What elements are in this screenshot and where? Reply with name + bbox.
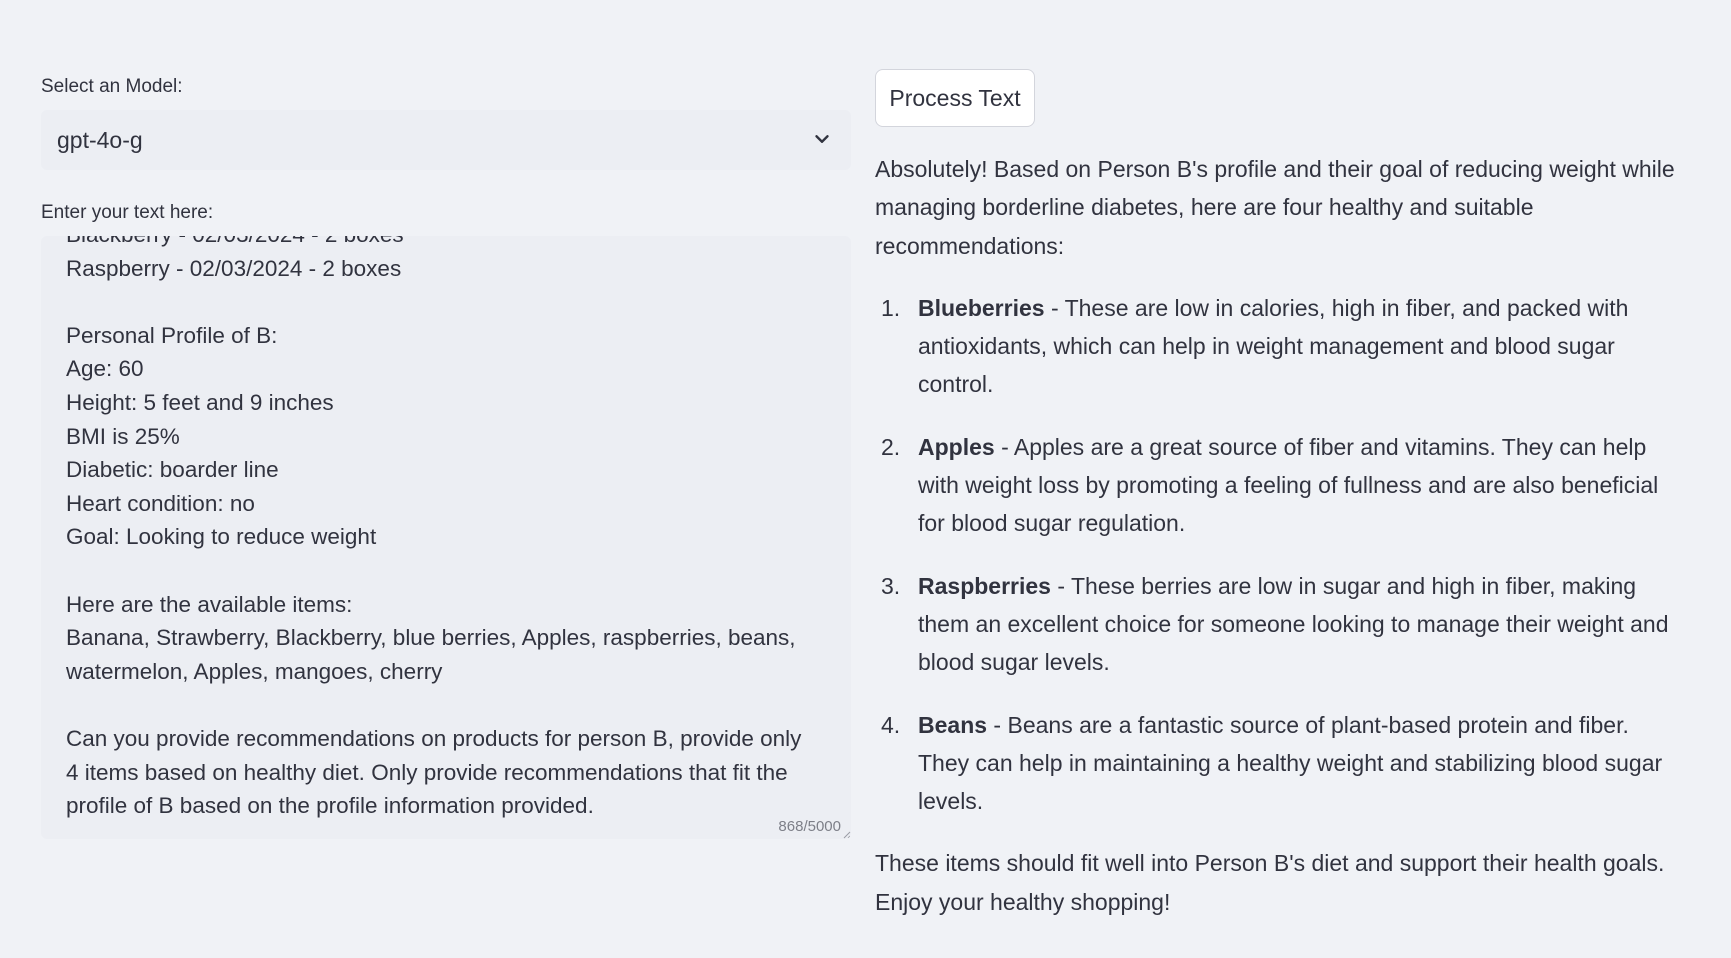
recommendation-number: 2. — [881, 433, 901, 460]
recommendation-title: Blueberries — [918, 294, 1045, 321]
recommendation-item: 2. Apples - Apples are a great source of … — [875, 428, 1675, 543]
chevron-down-icon[interactable] — [811, 128, 833, 150]
recommendation-list: 1. Blueberries - These are low in calorie… — [875, 289, 1675, 821]
recommendation-item: 3. Raspberries - These berries are low in… — [875, 567, 1675, 682]
model-select[interactable]: gpt-4o-g — [41, 110, 851, 170]
output-outro: These items should fit well into Person … — [875, 850, 1665, 915]
output-panel: Absolutely! Based on Person B's profile … — [875, 150, 1675, 921]
output-intro: Absolutely! Based on Person B's profile … — [875, 156, 1675, 259]
recommendation-text: - Beans are a fantastic source of plant-… — [918, 711, 1663, 815]
recommendation-title: Beans — [918, 711, 988, 738]
process-text-button[interactable]: Process Text — [875, 69, 1035, 127]
char-counter: 868/5000 — [778, 818, 841, 835]
recommendation-item: 4. Beans - Beans are a fantastic source o… — [875, 706, 1675, 821]
recommendation-item: 1. Blueberries - These are low in calorie… — [875, 289, 1675, 404]
model-select-value: gpt-4o-g — [57, 127, 143, 153]
text-input-label: Enter your text here: — [41, 202, 214, 223]
recommendation-number: 4. — [881, 711, 901, 738]
recommendation-title: Raspberries — [918, 572, 1051, 599]
recommendation-number: 3. — [881, 572, 901, 599]
model-select-label: Select an Model: — [41, 76, 183, 97]
recommendation-text: - Apples are a great source of fiber and… — [918, 433, 1659, 537]
recommendation-title: Apples — [918, 433, 995, 460]
resize-handle-icon[interactable] — [842, 830, 851, 839]
recommendation-number: 1. — [881, 294, 901, 321]
text-input-area[interactable]: Blackberry - 02/03/2024 - 2 boxes Raspbe… — [41, 236, 851, 839]
text-input-value[interactable]: Blackberry - 02/03/2024 - 2 boxes Raspbe… — [66, 236, 826, 823]
